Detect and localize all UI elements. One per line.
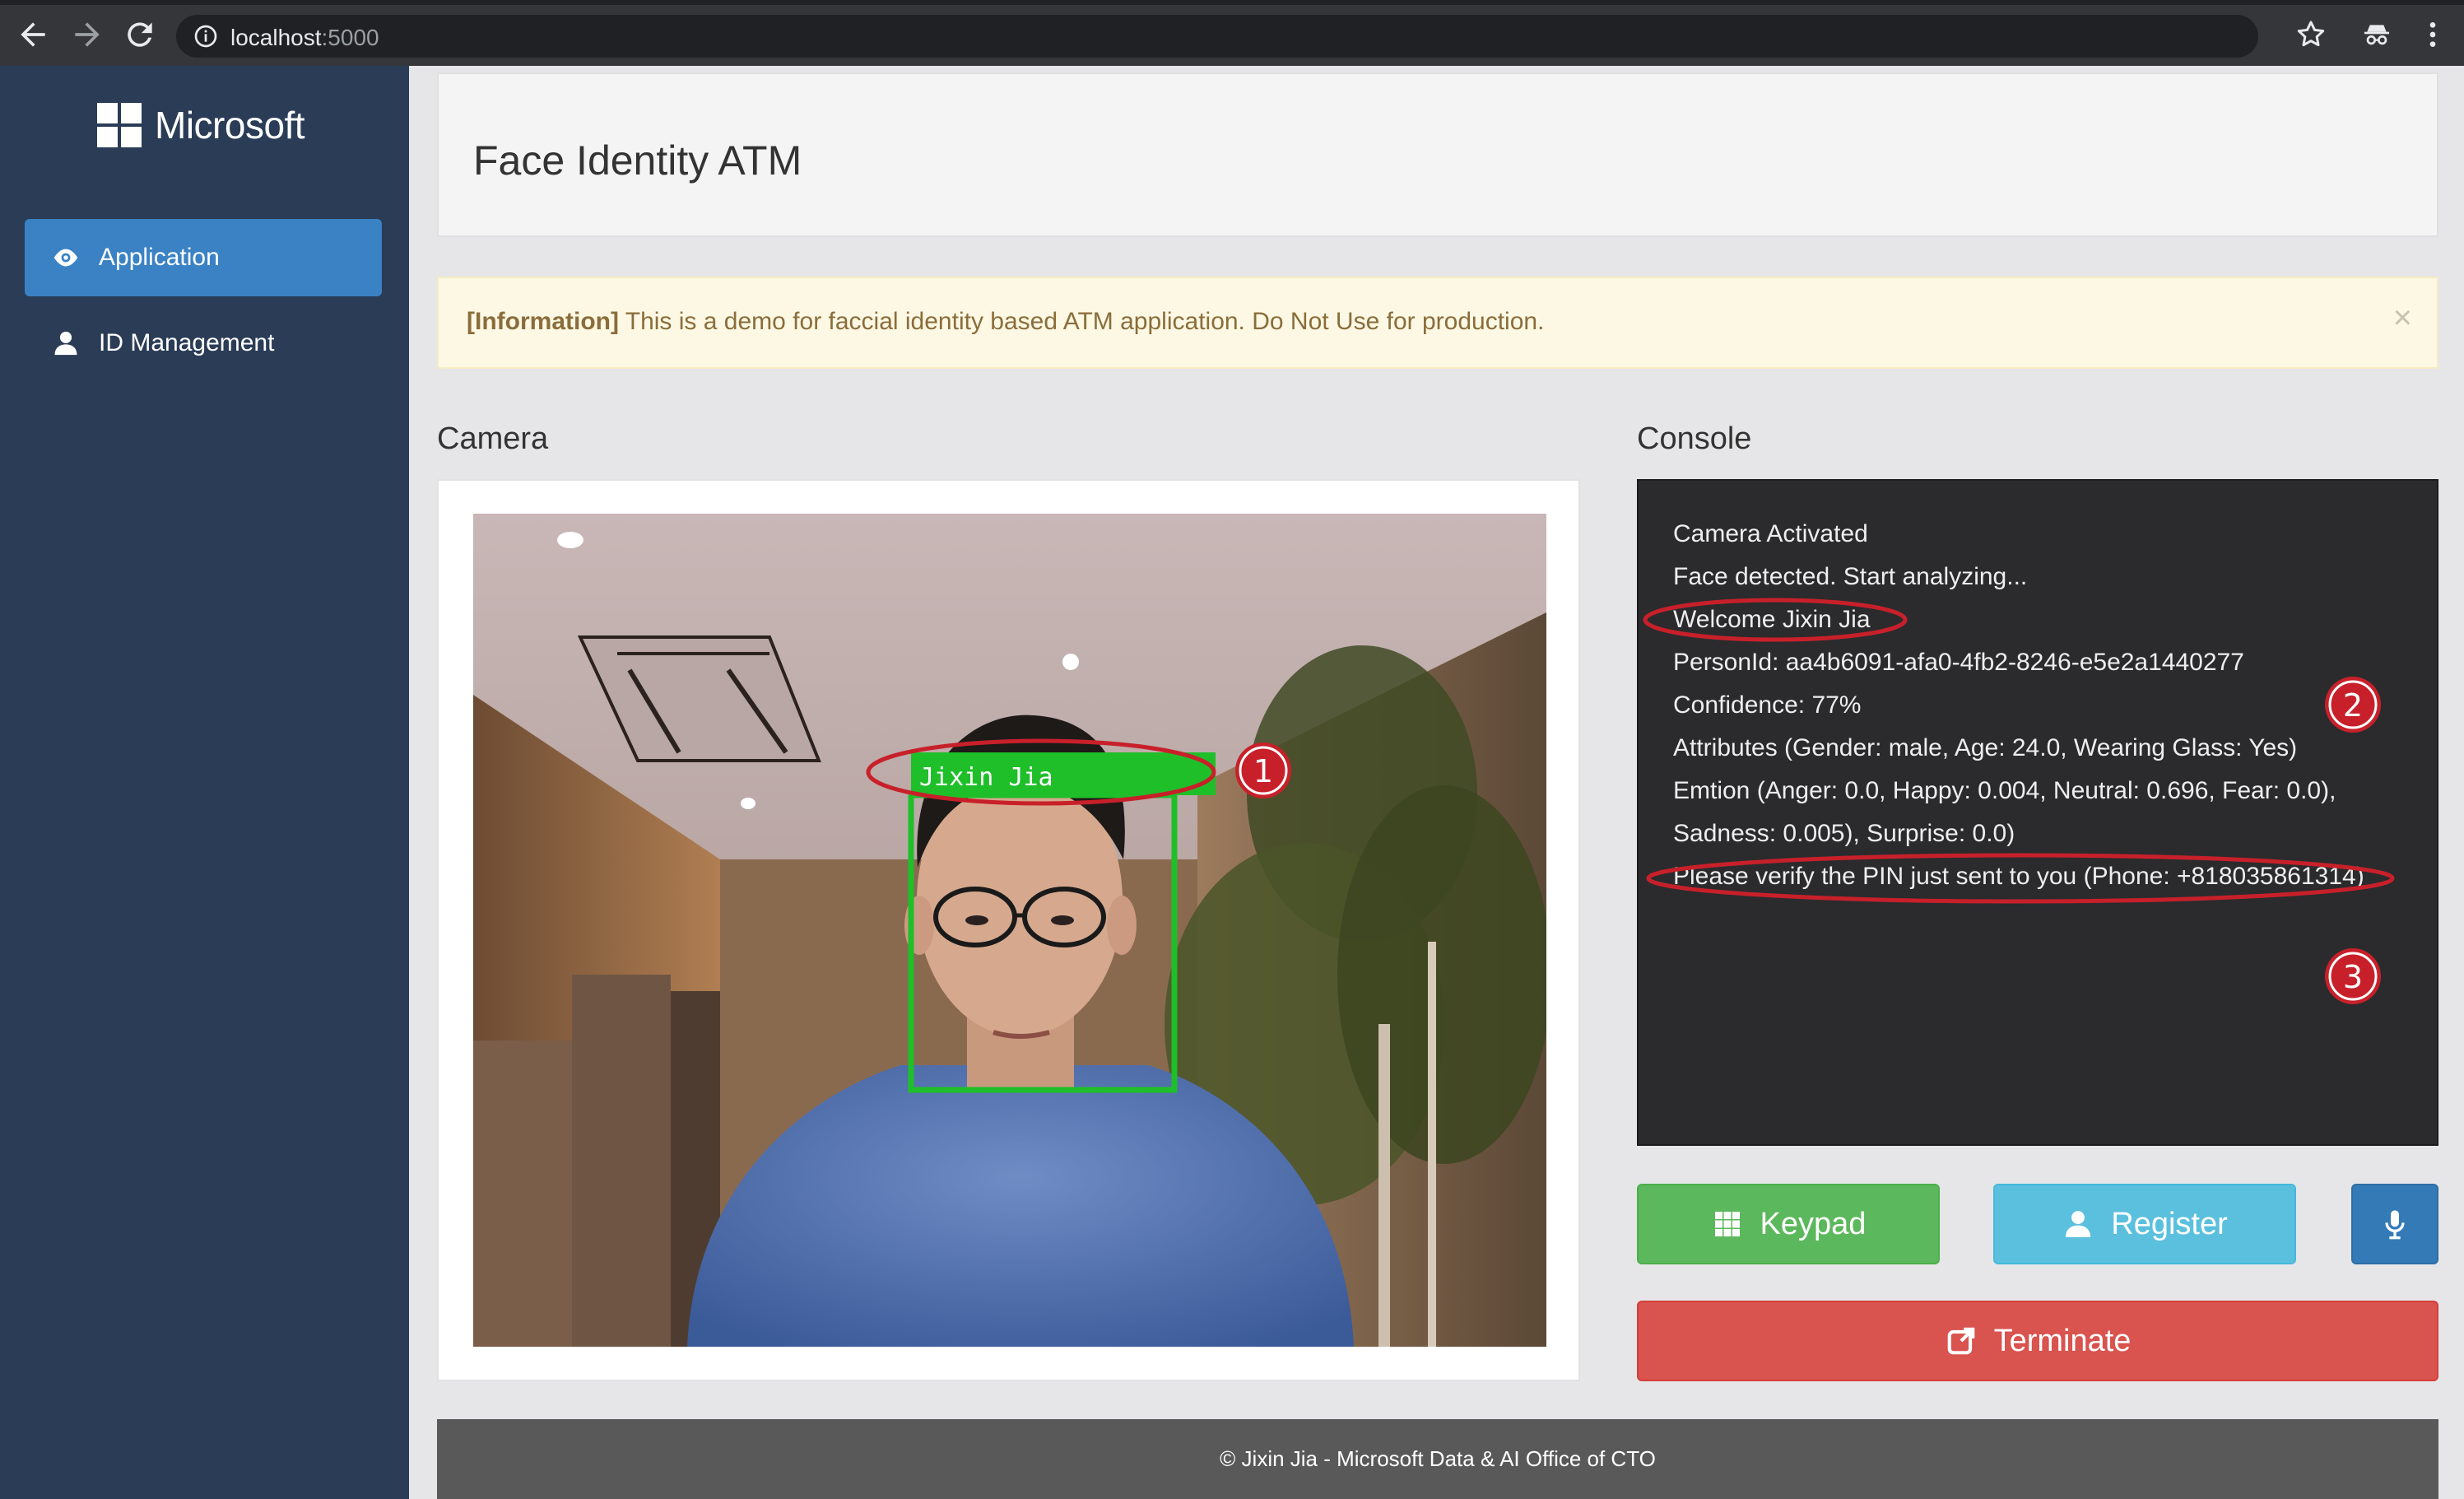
- star-icon[interactable]: [2294, 18, 2327, 51]
- page-title: Face Identity ATM: [473, 137, 802, 184]
- forward-icon[interactable]: [69, 16, 105, 53]
- camera-title: Camera: [437, 421, 549, 456]
- windows-logo-icon: [97, 103, 142, 147]
- terminate-button[interactable]: Terminate: [1637, 1301, 2438, 1381]
- keypad-label: Keypad: [1760, 1206, 1867, 1241]
- callout-1: 1: [1253, 753, 1273, 789]
- footer-text: © Jixin Jia - Microsoft Data & AI Office…: [1220, 1446, 1656, 1471]
- logo-text: Microsoft: [155, 104, 305, 147]
- sidebar-item-label: Application: [99, 244, 220, 271]
- console-line: Welcome Jixin Jia: [1673, 606, 1871, 633]
- register-label: Register: [2111, 1206, 2228, 1241]
- reload-icon[interactable]: [122, 16, 158, 53]
- microphone-button[interactable]: [2351, 1184, 2438, 1264]
- incognito-icon[interactable]: [2360, 18, 2393, 51]
- console-line: Sadness: 0.005), Surprise: 0.0): [1673, 820, 2015, 847]
- console-line: Emtion (Anger: 0.0, Happy: 0.004, Neutra…: [1673, 777, 2336, 804]
- alert-message: This is a demo for faccial identity base…: [618, 308, 1545, 335]
- console-title: Console: [1637, 421, 1752, 456]
- external-link-icon: [1945, 1324, 1978, 1357]
- alert-text: [Information] This is a demo for faccial…: [467, 308, 1544, 336]
- user-icon: [51, 328, 81, 358]
- register-button[interactable]: Register: [1993, 1184, 2296, 1264]
- url-host: localhost: [230, 25, 322, 50]
- microsoft-logo[interactable]: Microsoft: [97, 100, 305, 150]
- back-icon[interactable]: [15, 16, 51, 53]
- info-icon[interactable]: [193, 23, 219, 49]
- console-line: PersonId: aa4b6091-afa0-4fb2-8246-e5e2a1…: [1673, 649, 2244, 676]
- console-line: Camera Activated: [1673, 520, 1868, 547]
- callout-3: 3: [2343, 959, 2363, 995]
- face-label: Jixin Jia: [919, 763, 1053, 792]
- url-port: :5000: [321, 25, 379, 50]
- keypad-button[interactable]: Keypad: [1637, 1184, 1940, 1264]
- console-line: Please verify the PIN just sent to you (…: [1673, 863, 2364, 890]
- sidebar-item-label: ID Management: [99, 329, 275, 356]
- footer: © Jixin Jia - Microsoft Data & AI Office…: [437, 1419, 2438, 1499]
- keypad-grid-icon: [1711, 1208, 1744, 1241]
- browser-toolbar: localhost:5000: [0, 0, 2464, 66]
- console-line: Face detected. Start analyzing...: [1673, 563, 2028, 590]
- eye-icon: [51, 243, 81, 272]
- info-alert: [Information] This is a demo for faccial…: [437, 277, 2438, 369]
- camera-panel: Jixin Jia 1: [437, 479, 1580, 1381]
- sidebar: Microsoft Application ID Management: [0, 66, 409, 1499]
- callout-2: 2: [2343, 687, 2363, 724]
- console-line: Confidence: 77%: [1673, 691, 1862, 719]
- console-line: Attributes (Gender: male, Age: 24.0, Wea…: [1673, 734, 2298, 761]
- terminate-label: Terminate: [1993, 1323, 2132, 1358]
- sidebar-item-application[interactable]: Application: [25, 219, 382, 296]
- alert-tag: [Information]: [467, 308, 619, 335]
- microphone-icon: [2378, 1208, 2411, 1241]
- kebab-menu-icon[interactable]: [2416, 18, 2449, 51]
- header-card: Face Identity ATM: [437, 72, 2438, 237]
- user-icon: [2062, 1208, 2094, 1241]
- url-text: localhost:5000: [230, 25, 379, 51]
- camera-feed: Jixin Jia 1: [473, 514, 1546, 1347]
- sidebar-item-id-management[interactable]: ID Management: [25, 305, 382, 382]
- console-panel: Camera Activated Face detected. Start an…: [1637, 479, 2438, 1146]
- close-icon[interactable]: ×: [2393, 301, 2412, 334]
- address-bar[interactable]: localhost:5000: [176, 15, 2258, 58]
